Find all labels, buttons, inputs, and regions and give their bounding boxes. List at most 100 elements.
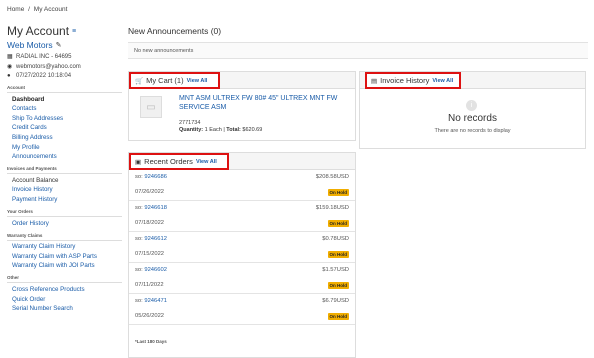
order-date: 07/15/2022 bbox=[135, 251, 165, 257]
at-icon: ◉ bbox=[7, 64, 13, 70]
announcements-empty: No new announcements bbox=[128, 42, 588, 59]
order-number-link[interactable]: 9246612 bbox=[144, 236, 167, 242]
cart-total-value: $620.69 bbox=[242, 127, 263, 133]
recent-orders-panel: ▣ Recent Orders View All so: 9246686 $20… bbox=[128, 152, 356, 358]
sidebar-item-serial-number-search[interactable]: Serial Number Search bbox=[12, 305, 122, 312]
order-number-link[interactable]: 9246602 bbox=[144, 267, 167, 273]
order-row[interactable]: so: 9246471 $6.79USD 05/26/2022 On Hold bbox=[129, 294, 355, 325]
cart-panel: 🛒 My Cart (1) View All ▭ MNT ASM ULTREX … bbox=[128, 71, 356, 141]
order-number: so: 9246686 bbox=[135, 174, 167, 180]
sidebar-item-warranty-joi-parts[interactable]: Warranty Claim with JOI Parts bbox=[12, 262, 122, 269]
sidebar-item-dashboard[interactable]: Dashboard bbox=[12, 96, 122, 103]
sidebar-item-account-balance[interactable]: Account Balance bbox=[12, 177, 122, 184]
sidebar-item-ship-to-addresses[interactable]: Ship To Addresses bbox=[12, 115, 122, 122]
company-name-text: Web Motors bbox=[7, 40, 53, 50]
order-amount: $208.58USD bbox=[315, 174, 349, 180]
sidebar-item-cross-reference[interactable]: Cross Reference Products bbox=[12, 286, 122, 293]
order-row[interactable]: so: 9246612 $0.78USD 07/15/2022 On Hold bbox=[129, 232, 355, 263]
order-row[interactable]: so: 9246686 $208.58USD 07/26/2022 On Hol… bbox=[129, 170, 355, 201]
order-number: so: 9246618 bbox=[135, 205, 167, 211]
sidebar-item-warranty-asp-parts[interactable]: Warranty Claim with ASP Parts bbox=[12, 253, 122, 260]
status-badge: On Hold bbox=[327, 282, 349, 289]
cart-view-all-link[interactable]: View All bbox=[187, 78, 208, 84]
order-number-link[interactable]: 9246686 bbox=[144, 174, 167, 180]
sidebar-item-invoice-history[interactable]: Invoice History bbox=[12, 186, 122, 193]
menu-toggle-icon[interactable]: ≡ bbox=[72, 28, 76, 35]
cart-title: My Cart (1) bbox=[146, 76, 184, 85]
sidebar-item-order-history[interactable]: Order History bbox=[12, 220, 122, 227]
sidebar-title: My Account ≡ bbox=[7, 24, 122, 38]
product-image-placeholder[interactable]: ▭ bbox=[140, 96, 162, 118]
sidebar-item-quick-order[interactable]: Quick Order bbox=[12, 296, 122, 303]
company-name: Web Motors ✎ bbox=[7, 40, 122, 50]
orders-panel-header: ▣ Recent Orders View All bbox=[129, 153, 355, 170]
sidebar-item-credit-cards[interactable]: Credit Cards bbox=[12, 124, 122, 131]
sidebar-item-payment-history[interactable]: Payment History bbox=[12, 196, 122, 203]
order-number: so: 9246471 bbox=[135, 298, 167, 304]
invoice-history-panel: ▤ Invoice History View All i No records … bbox=[359, 71, 586, 149]
order-prefix: so: bbox=[135, 205, 143, 211]
order-date: 07/18/2022 bbox=[135, 220, 165, 226]
edit-pencil-icon[interactable]: ✎ bbox=[56, 41, 62, 49]
order-date: 07/26/2022 bbox=[135, 189, 165, 195]
order-number-link[interactable]: 9246471 bbox=[144, 298, 167, 304]
sidebar-item-announcements[interactable]: Announcements bbox=[12, 153, 122, 160]
users-icon: ● bbox=[7, 73, 11, 79]
breadcrumb-home[interactable]: Home bbox=[7, 6, 24, 13]
invoice-panel-header: ▤ Invoice History View All bbox=[360, 72, 585, 89]
cart-quantity-total: Quantity: 1 Each | Total: $620.69 bbox=[179, 127, 262, 133]
sidebar: My Account ≡ Web Motors ✎ ▦ RADIAL INC -… bbox=[7, 24, 122, 312]
account-number-line: ▦ RADIAL INC - 64695 bbox=[7, 53, 122, 61]
cart-product-name[interactable]: MNT ASM ULTREX FW 80# 45" ULTREX MNT FW … bbox=[179, 95, 354, 112]
orders-title-highlight: ▣ Recent Orders View All bbox=[129, 153, 229, 170]
order-date: 05/26/2022 bbox=[135, 313, 165, 319]
status-badge: On Hold bbox=[327, 313, 349, 320]
cart-total-label: Total: bbox=[226, 127, 241, 133]
account-email: webmotors@yahoo.com bbox=[16, 63, 81, 70]
cart-icon: 🛒 bbox=[135, 77, 144, 85]
order-amount: $6.79USD bbox=[322, 298, 349, 304]
sidebar-title-text: My Account bbox=[7, 24, 70, 38]
sidebar-item-my-profile[interactable]: My Profile bbox=[12, 144, 122, 151]
announcements-title: New Announcements (0) bbox=[128, 26, 222, 36]
status-badge: On Hold bbox=[327, 251, 349, 258]
cart-panel-header: 🛒 My Cart (1) View All bbox=[129, 72, 355, 89]
sidebar-item-billing-address[interactable]: Billing Address bbox=[12, 134, 122, 141]
section-your-orders: Your Orders bbox=[7, 209, 122, 217]
orders-icon: ▣ bbox=[135, 158, 142, 166]
order-amount: $0.78USD bbox=[322, 236, 349, 242]
breadcrumb: Home / My Account bbox=[7, 6, 69, 13]
section-account: Account bbox=[7, 85, 122, 93]
sidebar-item-contacts[interactable]: Contacts bbox=[12, 105, 122, 112]
order-number: so: 9246602 bbox=[135, 267, 167, 273]
invoice-view-all-link[interactable]: View All bbox=[432, 78, 453, 84]
cart-product-sku: 2771734 bbox=[179, 120, 201, 126]
section-warranty-claims: Warranty Claims bbox=[7, 233, 122, 241]
order-amount: $1.57USD bbox=[322, 267, 349, 273]
cart-qty-value: 1 Each bbox=[204, 127, 222, 133]
main-content: New Announcements (0) No new announcemen… bbox=[128, 26, 588, 358]
cart-qty-label: Quantity: bbox=[179, 127, 204, 133]
sidebar-item-warranty-claim-history[interactable]: Warranty Claim History bbox=[12, 243, 122, 250]
cart-separator: | bbox=[223, 127, 225, 133]
cart-title-highlight: 🛒 My Cart (1) View All bbox=[129, 72, 220, 89]
order-prefix: so: bbox=[135, 236, 143, 242]
order-number-link[interactable]: 9246618 bbox=[144, 205, 167, 211]
order-prefix: so: bbox=[135, 298, 143, 304]
order-row[interactable]: so: 9246618 $159.18USD 07/18/2022 On Hol… bbox=[129, 201, 355, 232]
account-datetime: 07/27/2022 10:18:04 bbox=[16, 73, 72, 79]
orders-view-all-link[interactable]: View All bbox=[196, 159, 217, 165]
info-icon: i bbox=[466, 100, 477, 111]
status-badge: On Hold bbox=[327, 189, 349, 196]
invoice-title: Invoice History bbox=[380, 76, 430, 85]
account-number: RADIAL INC - 64695 bbox=[16, 53, 72, 60]
orders-footnote: *Last 180 Days bbox=[135, 339, 167, 344]
document-icon: ▤ bbox=[371, 77, 378, 85]
order-date: 07/11/2022 bbox=[135, 282, 164, 288]
datetime-line: ● 07/27/2022 10:18:04 bbox=[7, 73, 122, 79]
section-invoices-payments: Invoices and Payments bbox=[7, 166, 122, 175]
breadcrumb-current: My Account bbox=[33, 6, 68, 13]
order-prefix: so: bbox=[135, 174, 143, 180]
order-row[interactable]: so: 9246602 $1.57USD 07/11/2022 On Hold bbox=[129, 263, 355, 294]
email-line: ◉ webmotors@yahoo.com bbox=[7, 63, 122, 71]
